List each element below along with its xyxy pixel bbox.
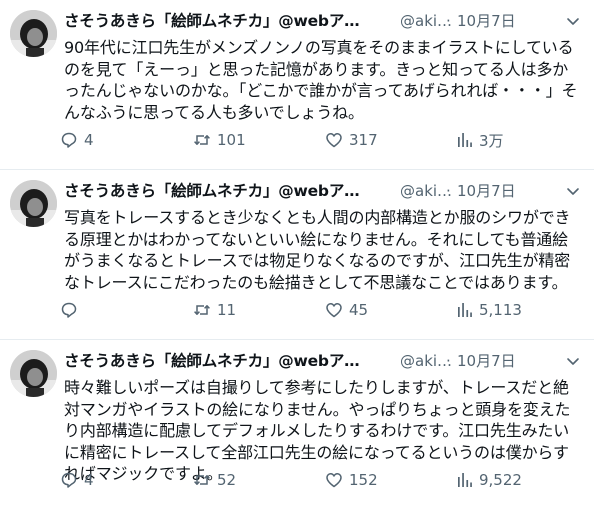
reply-icon xyxy=(61,472,77,488)
avatar[interactable] xyxy=(10,180,57,227)
retweet-icon xyxy=(194,475,210,485)
avatar-photo xyxy=(10,350,57,397)
author-handle[interactable]: @aki… xyxy=(400,179,452,203)
tweet-text: 90年代に江口先生がメンズノンノの写真をそのままイラストにしているのを見て「えー… xyxy=(64,38,578,122)
tweet-header: さそうあきら「絵師ムネチカ」@webア… @aki… · 10月7日 xyxy=(64,9,584,33)
views-button[interactable]: 3万 xyxy=(455,129,504,151)
views-icon xyxy=(458,303,472,317)
chevron-down-icon[interactable] xyxy=(564,182,582,200)
like-button[interactable]: 317 xyxy=(325,129,378,151)
author-handle[interactable]: @aki… xyxy=(400,349,452,373)
chevron-down-icon[interactable] xyxy=(564,12,582,30)
views-icon xyxy=(458,473,472,487)
heart-icon xyxy=(326,133,342,148)
views-icon xyxy=(458,133,472,147)
header-separator: · xyxy=(446,352,451,370)
tweet-date[interactable]: 10月7日 xyxy=(457,9,516,33)
tweet-actions: 4 101 317 3万 xyxy=(60,129,580,151)
author-name[interactable]: さそうあきら「絵師ムネチカ」@webア… xyxy=(64,9,360,33)
tweet-date[interactable]: 10月7日 xyxy=(457,349,516,373)
author-name[interactable]: さそうあきら「絵師ムネチカ」@webア… xyxy=(64,179,360,203)
retweet-button[interactable]: 52 xyxy=(193,469,236,491)
like-count: 317 xyxy=(349,131,378,149)
view-count: 5,113 xyxy=(479,301,522,319)
avatar-photo xyxy=(10,10,57,57)
retweet-count: 52 xyxy=(217,471,237,489)
tweet-date[interactable]: 10月7日 xyxy=(457,179,516,203)
author-name[interactable]: さそうあきら「絵師ムネチカ」@webア… xyxy=(64,349,360,373)
tweet[interactable]: さそうあきら「絵師ムネチカ」@webア… @aki… · 10月7日 写真をトレ… xyxy=(0,170,594,340)
retweet-count: 11 xyxy=(217,301,237,319)
avatar[interactable] xyxy=(10,10,57,57)
like-button[interactable]: 45 xyxy=(325,299,368,321)
retweet-button[interactable]: 101 xyxy=(193,129,246,151)
views-button[interactable]: 9,522 xyxy=(455,469,522,491)
reply-button[interactable]: 4 xyxy=(60,129,94,151)
heart-icon xyxy=(326,303,342,318)
reply-count: 4 xyxy=(84,471,94,489)
like-count: 45 xyxy=(349,301,369,319)
tweet-header: さそうあきら「絵師ムネチカ」@webア… @aki… · 10月7日 xyxy=(64,349,584,373)
reply-icon xyxy=(61,132,77,148)
views-button[interactable]: 5,113 xyxy=(455,299,522,321)
chevron-down-icon[interactable] xyxy=(564,352,582,370)
heart-icon xyxy=(326,473,342,488)
tweet-actions: 4 52 152 9,522 xyxy=(60,469,580,491)
retweet-icon xyxy=(194,305,210,315)
tweet-actions: 11 45 5,113 xyxy=(60,299,580,321)
header-separator: · xyxy=(446,12,451,30)
retweet-button[interactable]: 11 xyxy=(193,299,236,321)
tweet[interactable]: さそうあきら「絵師ムネチカ」@webア… @aki… · 10月7日 90年代に… xyxy=(0,0,594,170)
view-count: 9,522 xyxy=(479,471,522,489)
like-count: 152 xyxy=(349,471,378,489)
avatar-photo xyxy=(10,180,57,227)
reply-button[interactable] xyxy=(60,299,84,321)
view-count: 3万 xyxy=(479,131,504,150)
like-button[interactable]: 152 xyxy=(325,469,378,491)
reply-button[interactable]: 4 xyxy=(60,469,94,491)
retweet-count: 101 xyxy=(217,131,246,149)
tweet-list: さそうあきら「絵師ムネチカ」@webア… @aki… · 10月7日 90年代に… xyxy=(0,0,594,510)
reply-count: 4 xyxy=(84,131,94,149)
tweet[interactable]: さそうあきら「絵師ムネチカ」@webア… @aki… · 10月7日 時々難しい… xyxy=(0,340,594,510)
tweet-text: 写真をトレースするとき少なくとも人間の内部構造とか服のシワができる原理とかはわか… xyxy=(64,208,571,292)
header-separator: · xyxy=(446,182,451,200)
tweet-header: さそうあきら「絵師ムネチカ」@webア… @aki… · 10月7日 xyxy=(64,179,584,203)
reply-icon xyxy=(61,302,77,318)
author-handle[interactable]: @aki… xyxy=(400,9,452,33)
avatar[interactable] xyxy=(10,350,57,397)
retweet-icon xyxy=(194,135,210,145)
